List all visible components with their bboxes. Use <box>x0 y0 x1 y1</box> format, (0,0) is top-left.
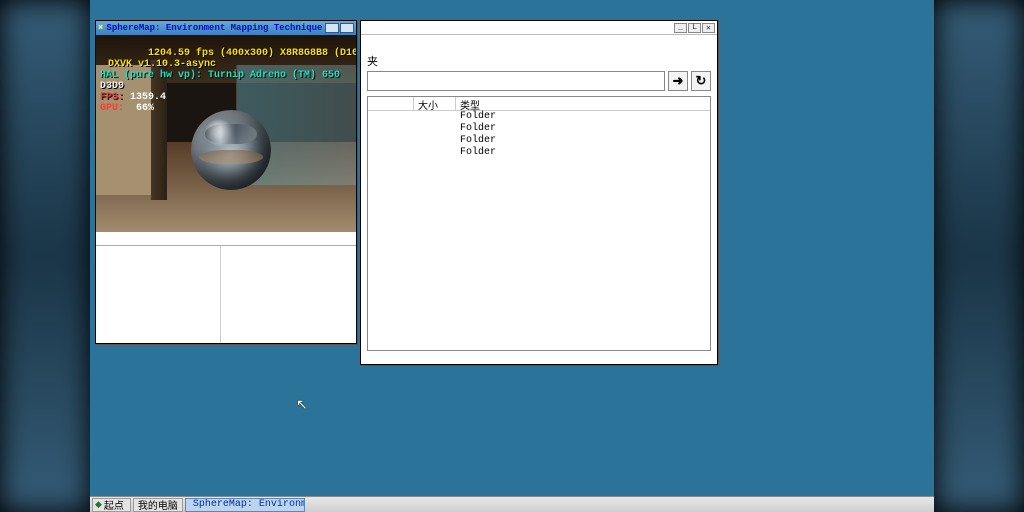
start-button[interactable]: ◆ 起点 <box>92 498 131 512</box>
desktop[interactable]: ✖ SphereMap: Environment Mapping Techniq… <box>90 0 934 512</box>
minimize-button[interactable] <box>325 23 339 33</box>
taskbar-item-mycomputer[interactable]: 我的电脑 <box>133 498 183 512</box>
letterbox-left <box>0 0 90 512</box>
start-icon: ◆ <box>95 499 102 510</box>
fps-label: FPS: <box>100 92 130 103</box>
file-list[interactable]: 大小 类型 Folder Folder Folder Folder <box>367 96 711 351</box>
path-input[interactable] <box>367 71 665 91</box>
taskbar-item-spheremap[interactable]: SphereMap: Environment... <box>185 498 305 512</box>
gpu-value: 66% <box>136 103 154 114</box>
col-name[interactable] <box>368 97 414 110</box>
col-size[interactable]: 大小 <box>414 97 456 110</box>
go-button[interactable]: ➜ <box>668 71 688 91</box>
titlebar[interactable]: _ L ✕ <box>361 21 717 35</box>
refresh-icon: ↻ <box>696 73 707 89</box>
gpu-label: GPU: <box>100 103 136 114</box>
close-button[interactable]: ✕ <box>702 23 715 33</box>
overlay-line3: HAL (pure hw vp): Turnip Adreno (TM) 650 <box>100 70 340 81</box>
start-label: 起点 <box>104 497 124 512</box>
list-item[interactable]: Folder <box>368 147 710 159</box>
rows-container: Folder Folder Folder Folder <box>368 111 710 159</box>
overlay-line1: 1204.59 fps (400x300) X8R8G8B8 (D16) <box>148 48 356 59</box>
col-type[interactable]: 类型 <box>456 97 710 110</box>
list-item[interactable]: Folder <box>368 111 710 123</box>
cursor-icon: ↖ <box>296 396 308 413</box>
app-icon: ✖ <box>98 23 103 33</box>
refresh-button[interactable]: ↻ <box>691 71 711 91</box>
task-label: 我的电脑 <box>138 498 178 512</box>
task-label: SphereMap: Environment... <box>193 499 305 510</box>
letterbox-right <box>934 0 1024 512</box>
fps-value: 1359.4 <box>130 92 166 103</box>
max-button[interactable]: L <box>688 23 701 33</box>
list-item[interactable]: Folder <box>368 123 710 135</box>
titlebar[interactable]: ✖ SphereMap: Environment Mapping Techniq… <box>96 21 356 35</box>
list-item[interactable]: Folder <box>368 135 710 147</box>
lower-panel <box>96 245 356 343</box>
file-browser-window[interactable]: _ L ✕ 夹 ➜ ↻ 大小 类型 Folder <box>360 20 718 365</box>
overlay-line2: DXVK v1.10.3-async <box>108 59 216 70</box>
overlay-line4: D3D9 <box>100 81 124 92</box>
path-label: 夹 <box>367 53 711 69</box>
taskbar[interactable]: ◆ 起点 我的电脑 SphereMap: Environment... <box>90 496 934 512</box>
render-viewport[interactable]: 1204.59 fps (400x300) X8R8G8B8 (D16) DXV… <box>96 35 356 232</box>
maximize-button[interactable] <box>340 23 354 33</box>
window-title: SphereMap: Environment Mapping Technique <box>106 23 325 33</box>
spheremap-window[interactable]: ✖ SphereMap: Environment Mapping Techniq… <box>95 20 357 344</box>
min-button[interactable]: _ <box>674 23 687 33</box>
perf-overlay: 1204.59 fps (400x300) X8R8G8B8 (D16) DXV… <box>100 37 356 125</box>
arrow-right-icon: ➜ <box>673 73 684 89</box>
column-headers[interactable]: 大小 类型 <box>368 97 710 111</box>
